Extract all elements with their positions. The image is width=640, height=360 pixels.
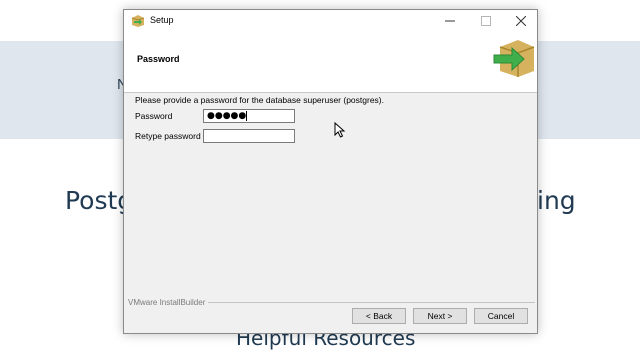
- setup-window: Setup Password Please provide a password…: [123, 9, 538, 334]
- footer-divider: [208, 302, 535, 303]
- password-input[interactable]: ●●●●●: [203, 109, 295, 123]
- maximize-icon: [481, 16, 491, 26]
- title-bar[interactable]: Setup: [124, 10, 537, 32]
- background-heading-right: ing: [537, 186, 576, 215]
- header-band: Password: [124, 32, 537, 93]
- next-button[interactable]: Next >: [413, 308, 467, 324]
- instruction-text: Please provide a password for the databa…: [135, 95, 384, 105]
- minimize-icon: [445, 20, 455, 22]
- password-label: Password: [135, 111, 173, 121]
- maximize-button[interactable]: [469, 10, 503, 32]
- mouse-cursor-icon: [334, 121, 346, 138]
- brand-label: VMware InstallBuilder: [128, 298, 206, 307]
- text-caret: [246, 110, 248, 121]
- app-icon: [131, 14, 145, 28]
- retype-password-input[interactable]: [203, 129, 295, 143]
- window-title: Setup: [150, 15, 174, 25]
- minimize-button[interactable]: [433, 10, 467, 32]
- cancel-button[interactable]: Cancel: [474, 308, 528, 324]
- back-button[interactable]: < Back: [352, 308, 406, 324]
- retype-password-label: Retype password: [135, 131, 201, 141]
- close-button[interactable]: [504, 10, 538, 32]
- section-title: Password: [137, 54, 180, 64]
- password-value: ●●●●●: [207, 111, 247, 121]
- close-icon: [516, 16, 526, 26]
- installer-box-icon: [492, 35, 536, 79]
